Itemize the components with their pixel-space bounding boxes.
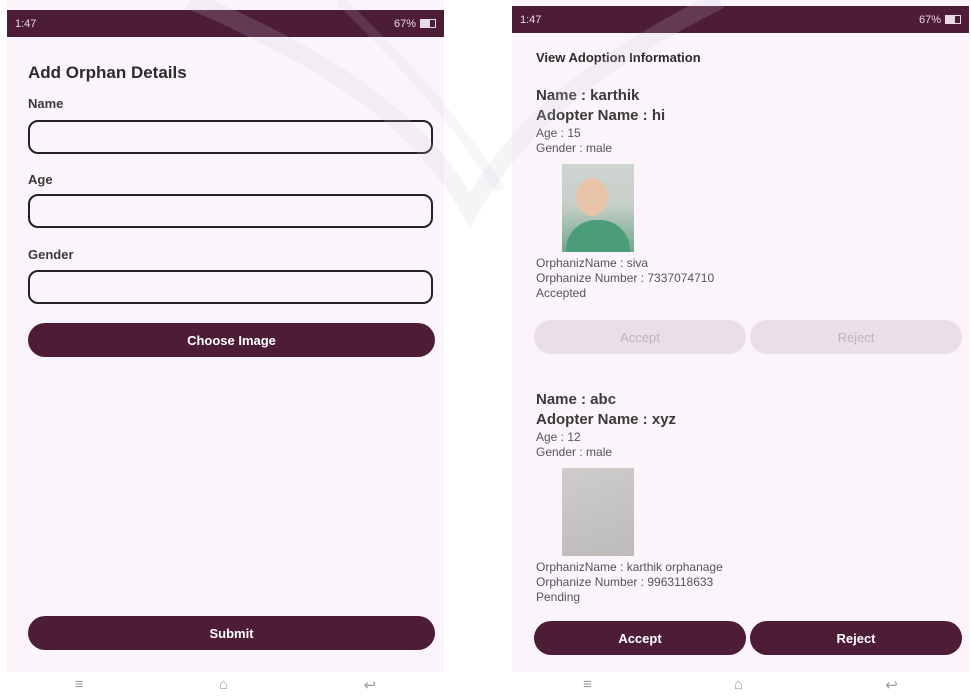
photo-face	[576, 178, 608, 216]
gender-label: Gender	[28, 247, 74, 262]
home-icon[interactable]: ⌂	[219, 676, 228, 693]
status-time: 1:47	[15, 17, 37, 30]
status-bar: 1:47 67%	[512, 6, 969, 33]
reject-button[interactable]: Reject	[750, 320, 962, 354]
view-adoption-screen: 1:47 67% View Adoption Information Name …	[512, 0, 969, 697]
battery-icon	[420, 19, 436, 28]
orphan-photo	[562, 468, 634, 556]
name-input[interactable]	[28, 120, 433, 154]
reject-label: Reject	[837, 329, 875, 345]
orphan-age: Age : 15	[536, 126, 581, 140]
orphan-gender: Gender : male	[536, 445, 613, 459]
accept-label: Accept	[618, 630, 662, 646]
orphan-photo	[562, 164, 634, 252]
submit-button[interactable]: Submit	[28, 616, 435, 650]
menu-icon[interactable]: ≡	[583, 676, 592, 693]
system-nav-bar: ≡ ⌂ ↩	[512, 672, 969, 697]
status-bar: 1:47 67%	[7, 10, 444, 37]
menu-icon[interactable]: ≡	[75, 676, 84, 693]
adoption-status: Pending	[536, 590, 581, 604]
orphanage-number: Orphanize Number : 7337074710	[536, 271, 715, 285]
name-label: Name	[28, 96, 64, 111]
age-input[interactable]	[28, 194, 433, 228]
page-title: View Adoption Information	[536, 50, 701, 65]
submit-label: Submit	[209, 625, 254, 641]
adoption-card: Name : karthik Adopter Name : hi Age : 1…	[536, 86, 956, 301]
system-nav-bar: ≡ ⌂ ↩	[7, 672, 444, 697]
orphanage-number: Orphanize Number : 9963118633	[536, 575, 714, 589]
photo-body	[566, 220, 630, 252]
add-orphan-screen: 1:47 67% Add Orphan Details Name Age Gen…	[7, 0, 444, 697]
orphanage-name: OrphanizName : siva	[536, 256, 649, 270]
age-label: Age	[28, 172, 53, 187]
choose-image-label: Choose Image	[187, 332, 276, 348]
reject-label: Reject	[836, 630, 876, 646]
battery-percent: 67%	[393, 17, 416, 30]
choose-image-button[interactable]: Choose Image	[28, 323, 435, 357]
accept-label: Accept	[620, 329, 660, 345]
reject-button[interactable]: Reject	[750, 621, 962, 655]
adopter-name: Adopter Name : hi	[536, 107, 666, 124]
adopter-name: Adopter Name : xyz	[536, 411, 677, 428]
accept-button[interactable]: Accept	[534, 621, 746, 655]
orphanage-name: OrphanizName : karthik orphanage	[536, 560, 723, 574]
adoption-status: Accepted	[536, 286, 587, 300]
back-icon[interactable]: ↩	[885, 676, 898, 694]
orphan-name: Name : karthik	[536, 87, 640, 104]
battery-percent: 67%	[918, 13, 941, 26]
gender-input[interactable]	[28, 270, 433, 304]
orphan-name: Name : abc	[536, 391, 617, 408]
home-icon[interactable]: ⌂	[734, 676, 743, 693]
orphan-age: Age : 12	[536, 430, 581, 444]
adoption-card: Name : abc Adopter Name : xyz Age : 12 G…	[536, 390, 956, 605]
orphan-gender: Gender : male	[536, 141, 613, 155]
battery-icon	[945, 15, 961, 24]
back-icon[interactable]: ↩	[364, 676, 377, 694]
accept-button[interactable]: Accept	[534, 320, 746, 354]
status-time: 1:47	[520, 13, 542, 26]
page-title: Add Orphan Details	[28, 63, 187, 82]
